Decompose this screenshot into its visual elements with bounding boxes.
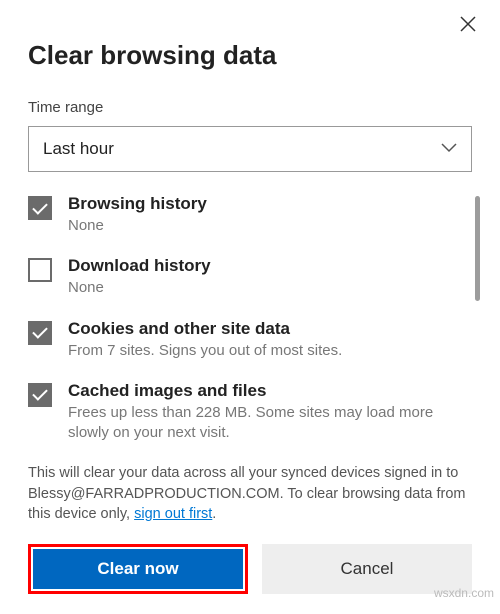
clear-now-button[interactable]: Clear now	[33, 549, 243, 589]
scrollbar[interactable]	[475, 196, 480, 301]
option-download-history: Download history None	[28, 256, 472, 298]
sign-out-link[interactable]: sign out first	[134, 506, 212, 522]
option-browsing-history: Browsing history None	[28, 194, 472, 236]
sync-info-text: This will clear your data across all you…	[28, 463, 472, 524]
chevron-down-icon	[441, 140, 457, 158]
time-range-select[interactable]: Last hour	[28, 126, 472, 172]
info-prefix: This will clear your data across all you…	[28, 465, 465, 522]
info-suffix: .	[212, 506, 216, 522]
time-range-value: Last hour	[43, 139, 114, 159]
checkbox-browsing-history[interactable]	[28, 196, 52, 220]
options-list: Browsing history None Download history N…	[28, 194, 472, 443]
checkbox-cookies[interactable]	[28, 321, 52, 345]
option-desc: None	[68, 216, 472, 236]
watermark: wsxdn.com	[434, 586, 494, 600]
option-desc: Frees up less than 228 MB. Some sites ma…	[68, 403, 472, 444]
button-row: Clear now Cancel	[28, 544, 472, 594]
checkbox-download-history[interactable]	[28, 258, 52, 282]
time-range-label: Time range	[28, 99, 472, 116]
option-title: Cached images and files	[68, 381, 472, 401]
option-cached: Cached images and files Frees up less th…	[28, 381, 472, 444]
option-desc: None	[68, 278, 472, 298]
option-title: Download history	[68, 256, 472, 276]
option-cookies: Cookies and other site data From 7 sites…	[28, 319, 472, 361]
option-title: Browsing history	[68, 194, 472, 214]
highlight-box: Clear now	[28, 544, 248, 594]
close-icon[interactable]	[456, 12, 480, 36]
option-desc: From 7 sites. Signs you out of most site…	[68, 341, 472, 361]
dialog-title: Clear browsing data	[28, 40, 472, 71]
checkbox-cached[interactable]	[28, 383, 52, 407]
option-title: Cookies and other site data	[68, 319, 472, 339]
